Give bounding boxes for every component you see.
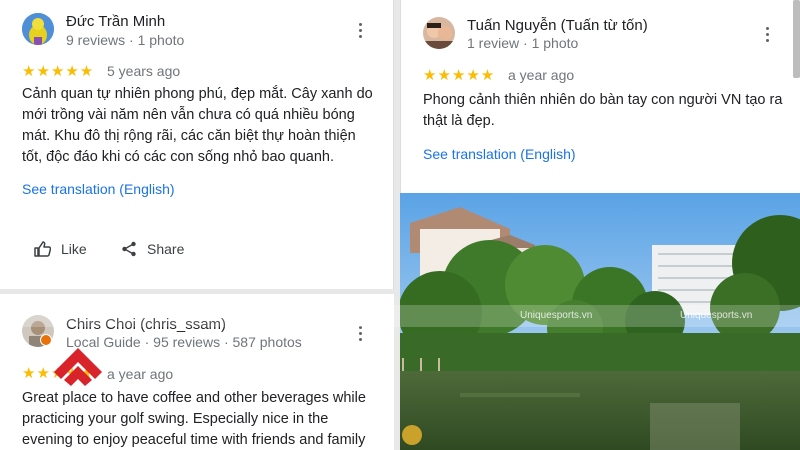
- reviewer-avatar[interactable]: [22, 13, 54, 45]
- more-options-icon[interactable]: [350, 20, 370, 40]
- review-date: 5 years ago: [107, 63, 181, 79]
- avatar-image-icon: [22, 13, 54, 45]
- more-options-icon[interactable]: [757, 24, 777, 44]
- scrollbar[interactable]: [793, 0, 800, 78]
- share-label: Share: [147, 241, 185, 257]
- see-translation-link[interactable]: See translation (English): [22, 181, 175, 197]
- reviewer-meta: 1 review · 1 photo: [467, 35, 579, 51]
- review-date: a year ago: [508, 67, 575, 83]
- watermark-text: Uniquesports.vn: [680, 310, 753, 321]
- review-date: a year ago: [107, 366, 174, 382]
- local-guide-badge-icon: [40, 334, 52, 346]
- reviewer-name[interactable]: Tuấn Nguyễn (Tuấn từ tốn): [467, 17, 648, 34]
- watermark-band: Uniquesports.vn Uniquesports.vn: [0, 305, 800, 327]
- reviewer-name[interactable]: Đức Trần Minh: [66, 13, 165, 30]
- watermark-text: Uniquesports.vn: [520, 310, 593, 321]
- review-text: Great place to have coffee and other bev…: [22, 390, 366, 448]
- avatar-image-icon: [423, 17, 455, 49]
- like-button[interactable]: Like: [34, 241, 87, 257]
- like-label: Like: [61, 241, 87, 257]
- reviewer-meta: 9 reviews · 1 photo: [66, 32, 185, 48]
- star-rating: ★★★★★: [423, 67, 496, 84]
- review-card-duc: Đức Trần Minh 9 reviews · 1 photo ★★★★★ …: [0, 0, 394, 289]
- share-button[interactable]: Share: [121, 241, 184, 257]
- site-logo: [54, 348, 102, 386]
- thumbs-up-icon: [34, 241, 51, 257]
- review-text: Cảnh quan tự nhiên phong phú, đẹp mắt. C…: [22, 86, 373, 165]
- share-icon: [122, 241, 136, 257]
- reviewer-avatar[interactable]: [423, 17, 455, 49]
- see-translation-link[interactable]: See translation (English): [423, 146, 576, 162]
- review-text: Phong cảnh thiên nhiên do bàn tay con ng…: [423, 92, 783, 129]
- star-rating: ★★★★★: [22, 63, 95, 80]
